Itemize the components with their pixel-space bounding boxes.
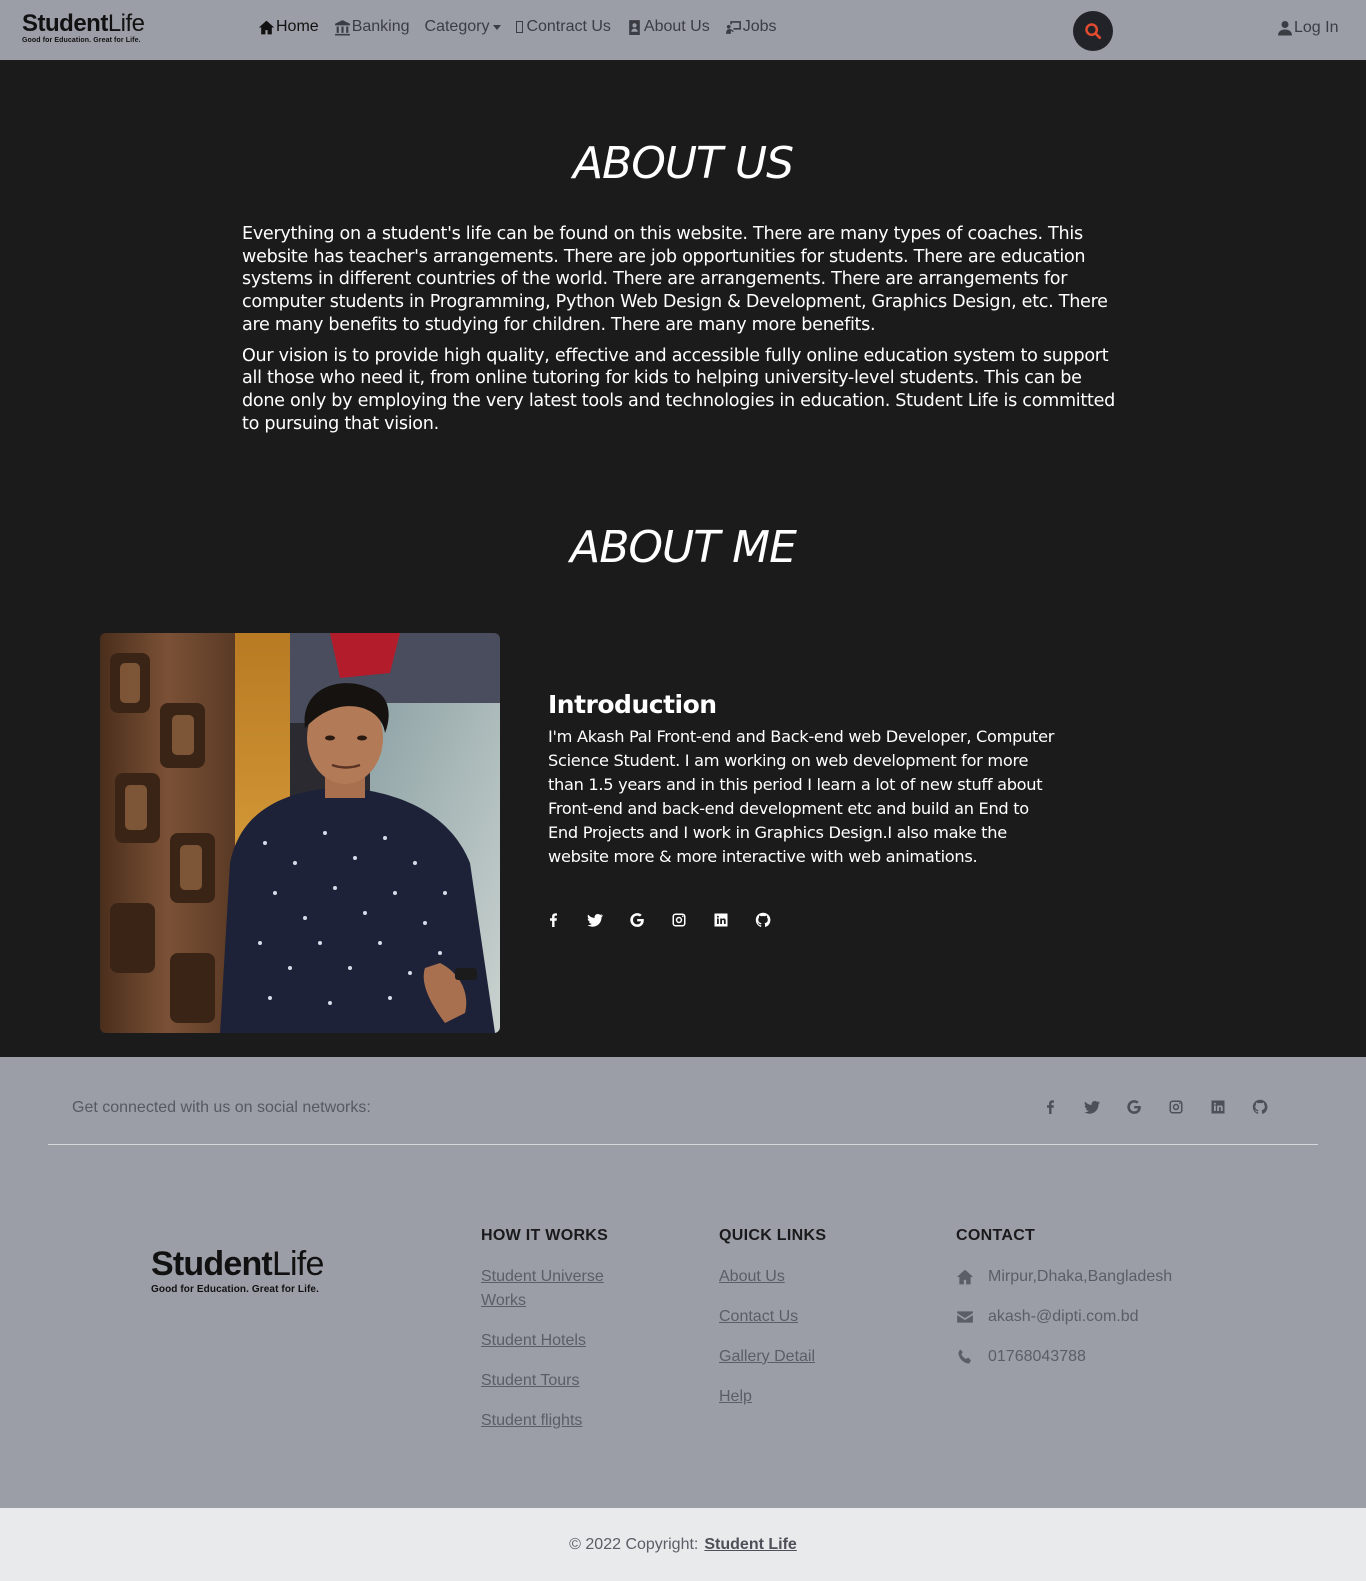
footer-instagram-link[interactable] <box>1166 1097 1186 1117</box>
home-icon <box>258 20 275 34</box>
contact-address-text: Mirpur,Dhaka,Bangladesh <box>988 1268 1173 1285</box>
contact-heading: CONTACT <box>956 1227 1036 1244</box>
footer-github-link[interactable] <box>1250 1097 1270 1117</box>
footer-link-gallery-detail[interactable]: Gallery Detail <box>719 1345 899 1369</box>
nav-home[interactable]: Home <box>258 18 319 36</box>
about-me-title: ABOUT ME <box>570 522 797 573</box>
footer-link-universe-works[interactable]: Student Universe Works <box>481 1265 641 1313</box>
github-link[interactable] <box>753 910 773 930</box>
linkedin-link[interactable] <box>711 910 731 930</box>
nav-banking-label: Banking <box>351 18 410 35</box>
nav-contract[interactable]: Contract Us <box>516 18 611 36</box>
brand-logo[interactable]: StudentLife Good for Education. Great fo… <box>22 10 145 45</box>
twitter-icon <box>1084 1101 1100 1114</box>
footer-brand-tagline: Good for Education. Great for Life. <box>151 1284 319 1295</box>
address-card-icon <box>629 19 640 35</box>
facebook-icon <box>1047 1100 1054 1114</box>
contact-email-text: akash-@dipti.com.bd <box>988 1308 1139 1325</box>
footer-google-link[interactable] <box>1124 1097 1144 1117</box>
bank-icon <box>334 19 350 35</box>
how-it-works-heading: HOW IT WORKS <box>481 1227 609 1244</box>
about-us-title: ABOUT US <box>572 138 794 189</box>
copyright-link[interactable]: Student Life <box>704 1536 796 1554</box>
github-icon <box>755 912 771 927</box>
copyright-bar: © 2022 Copyright: Student Life <box>0 1508 1366 1581</box>
footer-divider <box>48 1144 1318 1145</box>
google-link[interactable] <box>627 910 647 930</box>
instagram-icon <box>672 913 686 927</box>
contact-email: akash-@dipti.com.bd <box>956 1305 1256 1329</box>
teacher-icon <box>725 20 741 34</box>
footer-link-about-us[interactable]: About Us <box>719 1265 899 1289</box>
footer-brand-name-light: Life <box>271 1245 324 1283</box>
about-me-social-links <box>543 910 795 930</box>
nav-about[interactable]: About Us <box>626 18 710 36</box>
caret-down-icon <box>493 24 502 30</box>
google-icon <box>1127 1100 1141 1114</box>
facebook-icon <box>550 913 557 927</box>
footer-brand-name-bold: Student <box>151 1245 273 1283</box>
envelope-icon <box>957 1311 973 1323</box>
contact-address: Mirpur,Dhaka,Bangladesh <box>956 1265 1256 1289</box>
login-link[interactable]: Log In <box>1277 19 1338 37</box>
login-label: Log In <box>1294 19 1339 36</box>
linkedin-icon <box>1211 1100 1225 1114</box>
instagram-icon <box>1169 1100 1183 1114</box>
vision-paragraph: Our vision is to provide high quality, e… <box>242 345 1115 434</box>
footer-link-tours[interactable]: Student Tours <box>481 1369 641 1393</box>
contact-phone: 01768043788 <box>956 1345 1256 1369</box>
profile-photo-illustration <box>100 633 500 1033</box>
missing-glyph-icon <box>516 21 524 33</box>
navbar: StudentLife Good for Education. Great fo… <box>0 0 1366 60</box>
nav-home-label: Home <box>276 18 319 35</box>
footer-social-links <box>1040 1097 1292 1117</box>
profile-photo <box>100 633 500 1033</box>
brand-tagline: Good for Education. Great for Life. <box>22 37 141 44</box>
footer-link-hotels[interactable]: Student Hotels <box>481 1329 641 1353</box>
search-button[interactable] <box>1073 11 1113 51</box>
phone-icon <box>958 1349 971 1364</box>
footer-logo[interactable]: StudentLife Good for Education. Great fo… <box>151 1247 324 1295</box>
copyright-text: © 2022 Copyright: <box>569 1535 699 1553</box>
home-icon <box>956 1269 974 1285</box>
nav-about-label: About Us <box>643 18 710 35</box>
twitter-link[interactable] <box>585 910 605 930</box>
brand-name-bold: Student <box>22 10 108 37</box>
contact-column: CONTACT Mirpur,Dhaka,Bangladesh akash-@d… <box>956 1227 1256 1385</box>
search-icon <box>1085 23 1102 40</box>
nav-jobs[interactable]: Jobs <box>725 18 777 36</box>
footer-facebook-link[interactable] <box>1040 1097 1060 1117</box>
footer-link-flights[interactable]: Student flights <box>481 1409 641 1433</box>
introduction-text: I'm Akash Pal Front-end and Back-end web… <box>548 727 1055 866</box>
twitter-icon <box>587 914 603 927</box>
how-it-works-column: HOW IT WORKS Student Universe Works Stud… <box>481 1227 641 1449</box>
footer: Get connected with us on social networks… <box>0 1057 1366 1508</box>
nav-jobs-label: Jobs <box>742 18 777 35</box>
footer-link-help[interactable]: Help <box>719 1385 899 1409</box>
nav-category-dropdown[interactable]: Category <box>425 18 502 36</box>
footer-linkedin-link[interactable] <box>1208 1097 1228 1117</box>
linkedin-icon <box>714 913 728 927</box>
instagram-link[interactable] <box>669 910 689 930</box>
nav-banking[interactable]: Banking <box>334 18 410 36</box>
quick-links-column: QUICK LINKS About Us Contact Us Gallery … <box>719 1227 899 1425</box>
github-icon <box>1252 1099 1268 1114</box>
brand-name-light: Life <box>107 10 145 37</box>
social-connect-text: Get connected with us on social networks… <box>72 1099 371 1116</box>
facebook-link[interactable] <box>543 910 563 930</box>
introduction-title: Introduction <box>548 690 717 719</box>
google-icon <box>630 913 644 927</box>
quick-links-heading: QUICK LINKS <box>719 1227 827 1244</box>
footer-twitter-link[interactable] <box>1082 1097 1102 1117</box>
about-us-text: Everything on a student's life can be fo… <box>242 223 1126 443</box>
nav-contract-label: Contract Us <box>526 18 611 35</box>
about-us-paragraph: Everything on a student's life can be fo… <box>242 224 1108 335</box>
nav-category-label: Category <box>424 18 490 35</box>
footer-link-contact-us[interactable]: Contact Us <box>719 1305 899 1329</box>
nav-links: Home Banking Category Contract Us About … <box>258 18 792 36</box>
user-icon <box>1278 21 1292 36</box>
contact-phone-text: 01768043788 <box>988 1348 1086 1365</box>
